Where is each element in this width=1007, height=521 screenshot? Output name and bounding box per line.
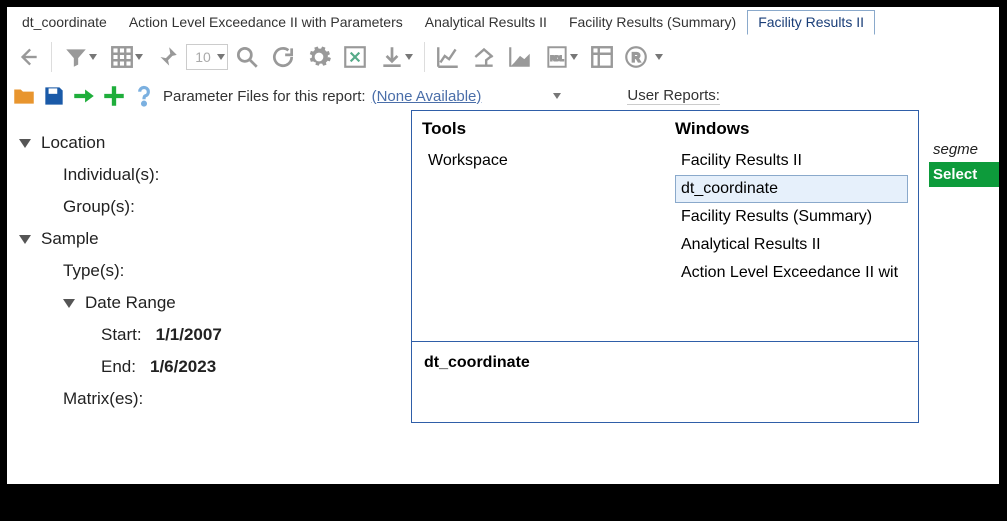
right-panel: segme Select bbox=[929, 137, 999, 187]
tab-analytical-results[interactable]: Analytical Results II bbox=[414, 10, 558, 35]
run-arrow-icon[interactable] bbox=[71, 83, 97, 109]
collapse-icon[interactable] bbox=[19, 139, 31, 148]
collapse-icon[interactable] bbox=[63, 299, 75, 308]
tree-location-group[interactable]: Group(s): bbox=[13, 191, 403, 223]
tree-sample-matrix[interactable]: Matrix(es): bbox=[13, 383, 403, 415]
document-tabs: dt_coordinate Action Level Exceedance II… bbox=[7, 7, 999, 35]
page-number-dropdown-icon[interactable] bbox=[217, 54, 225, 60]
date-start-value: 1/1/2007 bbox=[156, 325, 222, 345]
add-icon[interactable] bbox=[101, 83, 127, 109]
popup-selected-label: dt_coordinate bbox=[412, 341, 918, 422]
tools-header: Tools bbox=[422, 117, 655, 147]
save-icon[interactable] bbox=[41, 83, 67, 109]
back-icon[interactable] bbox=[11, 40, 45, 74]
windows-column: Windows Facility Results II dt_coordinat… bbox=[665, 111, 918, 341]
help-icon[interactable] bbox=[131, 83, 157, 109]
user-reports-label: User Reports: bbox=[627, 87, 720, 105]
window-switcher-popup: Tools Workspace Windows Facility Results… bbox=[411, 110, 919, 423]
tools-item-workspace[interactable]: Workspace bbox=[422, 147, 655, 175]
download-icon[interactable] bbox=[374, 40, 418, 74]
tab-facility-results-ii[interactable]: Facility Results II bbox=[747, 10, 875, 35]
svg-text:R: R bbox=[632, 50, 641, 64]
gear-icon[interactable] bbox=[302, 40, 336, 74]
windows-item-facility-results-summary[interactable]: Facility Results (Summary) bbox=[675, 203, 908, 231]
registered-icon[interactable]: R bbox=[621, 40, 665, 74]
select-button[interactable]: Select bbox=[929, 162, 999, 187]
svg-text:RDL: RDL bbox=[550, 55, 563, 62]
windows-item-analytical-results-ii[interactable]: Analytical Results II bbox=[675, 231, 908, 259]
tab-dt-coordinate[interactable]: dt_coordinate bbox=[11, 10, 118, 35]
tree-location[interactable]: Location bbox=[13, 127, 403, 159]
windows-header: Windows bbox=[675, 117, 908, 147]
separator bbox=[51, 42, 52, 72]
tools-column: Tools Workspace bbox=[412, 111, 665, 341]
tab-action-level-exceedance[interactable]: Action Level Exceedance II with Paramete… bbox=[118, 10, 414, 35]
tree-date-range[interactable]: Date Range bbox=[13, 287, 403, 319]
home-chart-icon[interactable] bbox=[467, 40, 501, 74]
filter-icon[interactable] bbox=[58, 40, 102, 74]
separator bbox=[424, 42, 425, 72]
tree-sample[interactable]: Sample bbox=[13, 223, 403, 255]
rdl-icon[interactable]: RDL bbox=[539, 40, 583, 74]
search-icon[interactable] bbox=[230, 40, 264, 74]
grid-icon[interactable] bbox=[104, 40, 148, 74]
windows-item-action-level-exceedance[interactable]: Action Level Exceedance II wit bbox=[675, 259, 908, 287]
right-panel-header: segme bbox=[929, 137, 999, 162]
windows-item-dt-coordinate[interactable]: dt_coordinate bbox=[675, 175, 908, 203]
excel-export-icon[interactable] bbox=[338, 40, 372, 74]
param-files-label: Parameter Files for this report: bbox=[163, 88, 366, 105]
tree-date-end[interactable]: End:1/6/2023 bbox=[13, 351, 403, 383]
param-bar: Parameter Files for this report: (None A… bbox=[7, 79, 999, 113]
param-dropdown-icon[interactable] bbox=[553, 93, 561, 99]
area-chart-icon[interactable] bbox=[503, 40, 537, 74]
tree-location-individual[interactable]: Individual(s): bbox=[13, 159, 403, 191]
folder-open-icon[interactable] bbox=[11, 83, 37, 109]
param-files-link[interactable]: (None Available) bbox=[372, 88, 482, 105]
tree-sample-types[interactable]: Type(s): bbox=[13, 255, 403, 287]
refresh-icon[interactable] bbox=[266, 40, 300, 74]
line-chart-icon[interactable] bbox=[431, 40, 465, 74]
layout-icon[interactable] bbox=[585, 40, 619, 74]
date-end-value: 1/6/2023 bbox=[150, 357, 216, 377]
parameter-tree: Location Individual(s): Group(s): Sample… bbox=[13, 127, 403, 415]
page-number-input[interactable] bbox=[189, 48, 217, 66]
collapse-icon[interactable] bbox=[19, 235, 31, 244]
tree-date-start[interactable]: Start:1/1/2007 bbox=[13, 319, 403, 351]
tab-facility-results-summary[interactable]: Facility Results (Summary) bbox=[558, 10, 747, 35]
windows-item-facility-results-ii[interactable]: Facility Results II bbox=[675, 147, 908, 175]
toolbar: RDL R bbox=[7, 35, 999, 79]
pin-icon[interactable] bbox=[150, 40, 184, 74]
page-number-box[interactable] bbox=[186, 44, 228, 70]
